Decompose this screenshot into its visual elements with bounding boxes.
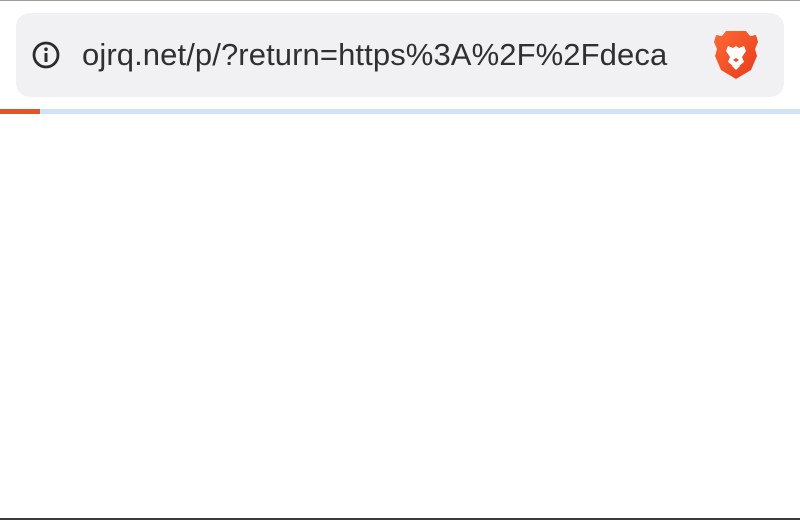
brave-lion-icon	[714, 31, 758, 79]
url-text[interactable]: ojrq.net/p/?return=https%3A%2F%2Fdeca	[82, 13, 694, 97]
page-content-blank	[0, 114, 800, 518]
address-bar[interactable]: ojrq.net/p/?return=https%3A%2F%2Fdeca	[16, 13, 784, 97]
site-info-button[interactable]	[28, 37, 64, 73]
brave-shields-button[interactable]	[710, 29, 762, 81]
info-circle-icon	[32, 41, 60, 69]
browser-window: ojrq.net/p/?return=https%3A%2F%2Fdeca	[0, 0, 800, 520]
browser-toolbar: ojrq.net/p/?return=https%3A%2F%2Fdeca	[0, 1, 800, 109]
